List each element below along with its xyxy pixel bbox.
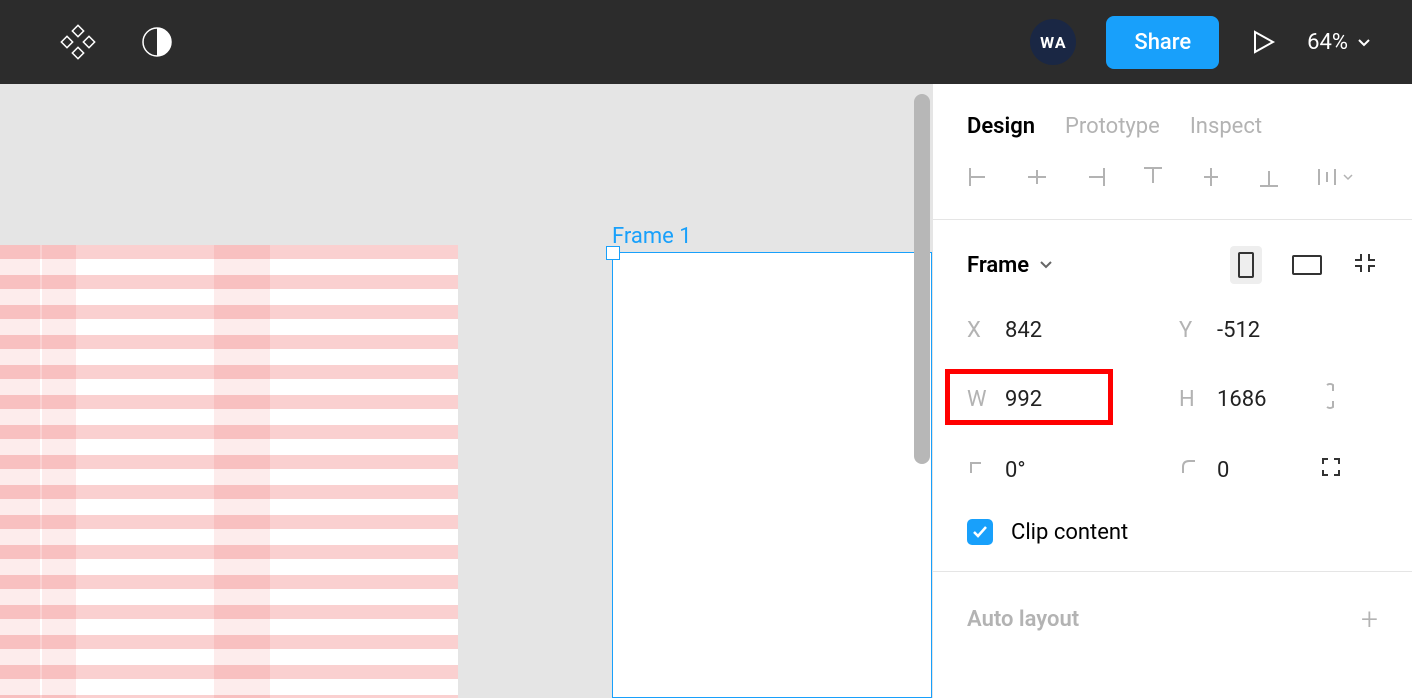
present-icon[interactable] — [1249, 28, 1277, 56]
clip-content-row[interactable]: Clip content — [967, 519, 1378, 545]
fit-icon[interactable] — [1352, 250, 1378, 280]
canvas-content-pattern — [0, 245, 458, 698]
dimensions-grid: X 842 Y -512 W 992 H 1686 0° 0 — [967, 318, 1378, 485]
corner-icon — [1179, 457, 1205, 483]
topbar-right: WA Share 64% — [1030, 16, 1372, 69]
distribute-icon[interactable] — [1315, 165, 1354, 189]
align-vcenter-icon[interactable] — [1199, 165, 1223, 189]
scrollbar-thumb[interactable] — [914, 94, 930, 464]
zoom-dropdown[interactable]: 64% — [1307, 30, 1372, 55]
frame-type-dropdown[interactable]: Frame — [967, 253, 1053, 278]
rotation-icon — [967, 457, 993, 483]
y-label: Y — [1179, 318, 1205, 343]
main: Frame 1 Design Prototype Inspect Frame — [0, 84, 1412, 698]
tab-prototype[interactable]: Prototype — [1065, 114, 1160, 139]
frame-section: Frame X 842 Y -512 W — [933, 220, 1412, 572]
corner-details-icon[interactable] — [1319, 455, 1359, 485]
canvas-scrollbar[interactable] — [912, 84, 932, 698]
frame-selection[interactable] — [612, 252, 932, 698]
frame-resize-handle[interactable] — [606, 246, 620, 260]
link-wh-icon[interactable] — [1319, 381, 1359, 417]
mask-icon[interactable] — [140, 25, 174, 59]
frame-type-label: Frame — [967, 253, 1029, 278]
clip-checkbox[interactable] — [967, 519, 993, 545]
h-label: H — [1179, 387, 1205, 412]
components-icon[interactable] — [60, 24, 96, 60]
w-label: W — [967, 387, 993, 412]
panel-tabs: Design Prototype Inspect — [933, 84, 1412, 161]
autolayout-section: Auto layout + — [933, 572, 1412, 667]
align-hcenter-icon[interactable] — [1025, 165, 1049, 189]
avatar[interactable]: WA — [1030, 19, 1076, 65]
align-bottom-icon[interactable] — [1257, 165, 1281, 189]
y-input[interactable]: -512 — [1217, 318, 1307, 343]
add-autolayout-button[interactable]: + — [1361, 602, 1378, 637]
topbar-left — [60, 24, 174, 60]
autolayout-label: Auto layout — [967, 607, 1079, 632]
orientation-portrait[interactable] — [1230, 246, 1262, 284]
align-left-icon[interactable] — [967, 165, 991, 189]
orientation-landscape[interactable] — [1292, 255, 1322, 275]
w-input[interactable]: 992 — [1005, 387, 1095, 412]
h-input[interactable]: 1686 — [1217, 387, 1307, 412]
corner-input[interactable]: 0 — [1217, 458, 1307, 483]
tab-design[interactable]: Design — [967, 114, 1035, 139]
chevron-down-icon — [1039, 258, 1053, 272]
zoom-value: 64% — [1307, 30, 1348, 55]
clip-label: Clip content — [1011, 520, 1128, 545]
frame-orientation — [1230, 246, 1378, 284]
chevron-down-icon — [1342, 171, 1354, 183]
share-button[interactable]: Share — [1106, 16, 1219, 69]
properties-panel: Design Prototype Inspect Frame — [932, 84, 1412, 698]
topbar: WA Share 64% — [0, 0, 1412, 84]
x-input[interactable]: 842 — [1005, 318, 1095, 343]
rotation-input[interactable]: 0° — [1005, 458, 1095, 483]
tab-inspect[interactable]: Inspect — [1190, 114, 1262, 139]
chevron-down-icon — [1356, 34, 1372, 50]
align-right-icon[interactable] — [1083, 165, 1107, 189]
alignment-row — [933, 161, 1412, 220]
frame-label[interactable]: Frame 1 — [612, 224, 692, 249]
canvas[interactable]: Frame 1 — [0, 84, 932, 698]
x-label: X — [967, 318, 993, 343]
align-top-icon[interactable] — [1141, 165, 1165, 189]
